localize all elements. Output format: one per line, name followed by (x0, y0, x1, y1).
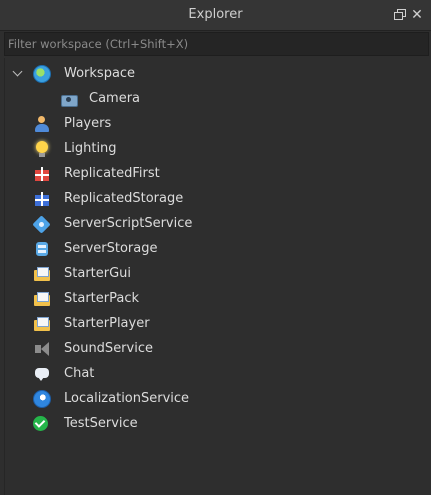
tree-item-chat[interactable]: Chat (5, 363, 425, 385)
close-icon: ✕ (411, 7, 423, 23)
tree-item-workspace[interactable]: Workspace (5, 63, 425, 85)
tree-item-label: Players (64, 116, 112, 131)
tree-item-label: LocalizationService (64, 391, 190, 406)
tree-item-label: TestService (64, 416, 138, 431)
tree-item-starterplayer[interactable]: StarterPlayer (5, 313, 425, 335)
tree-item-replicatedfirst[interactable]: ReplicatedFirst (5, 163, 425, 185)
tree-item-label: StarterGui (64, 266, 132, 281)
camera-icon (60, 90, 78, 108)
server-storage-icon (33, 240, 51, 258)
float-window-button[interactable] (391, 6, 407, 24)
localization-service-icon (33, 390, 51, 408)
float-window-icon (393, 9, 406, 20)
starter-gui-icon (33, 265, 51, 283)
replicated-storage-icon (33, 190, 51, 208)
tree-item-label: Camera (89, 91, 141, 106)
tree-item-serverstorage[interactable]: ServerStorage (5, 238, 425, 260)
tree-item-label: StarterPack (64, 291, 139, 306)
tree-item-soundservice[interactable]: SoundService (5, 338, 425, 360)
tree-item-label: ServerScriptService (64, 216, 193, 231)
explorer-titlebar: Explorer ✕ (0, 0, 431, 31)
tree-item-players[interactable]: Players (5, 113, 425, 135)
sound-service-icon (33, 340, 51, 358)
chat-icon (33, 365, 51, 383)
starter-player-icon (33, 315, 51, 333)
workspace-globe-icon (33, 65, 51, 83)
filter-workspace-input[interactable] (5, 33, 428, 55)
starter-pack-icon (33, 290, 51, 308)
tree-item-replicatedstorage[interactable]: ReplicatedStorage (5, 188, 425, 210)
tree-item-label: ReplicatedStorage (64, 191, 184, 206)
replicated-first-icon (33, 165, 51, 183)
tree-item-label: ReplicatedFirst (64, 166, 160, 181)
tree-item-testservice[interactable]: TestService (5, 413, 425, 435)
tree-item-startergui[interactable]: StarterGui (5, 263, 425, 285)
players-icon (33, 115, 51, 133)
tree-item-label: Workspace (64, 66, 136, 81)
tree-item-label: StarterPlayer (64, 316, 150, 331)
lightbulb-icon (33, 140, 51, 158)
tree-item-label: SoundService (64, 341, 153, 356)
tree-item-serverscriptservice[interactable]: ServerScriptService (5, 213, 425, 235)
explorer-panel: Explorer ✕ Workspace Camera Players Ligh… (0, 0, 431, 495)
tree-item-camera[interactable]: Camera (5, 88, 425, 110)
test-service-checkmark-icon (33, 416, 48, 431)
close-button[interactable]: ✕ (409, 6, 425, 24)
panel-title: Explorer (188, 7, 243, 22)
tree-item-lighting[interactable]: Lighting (5, 138, 425, 160)
filter-workspace-box (4, 32, 429, 56)
chevron-down-icon[interactable] (12, 67, 24, 79)
tree-item-label: Chat (64, 366, 95, 381)
explorer-tree[interactable]: Workspace Camera Players Lighting Replic… (4, 58, 429, 495)
tree-item-starterpack[interactable]: StarterPack (5, 288, 425, 310)
tree-item-label: Lighting (64, 141, 117, 156)
tree-item-localizationservice[interactable]: LocalizationService (5, 388, 425, 410)
server-script-service-icon (33, 215, 51, 233)
tree-item-label: ServerStorage (64, 241, 158, 256)
